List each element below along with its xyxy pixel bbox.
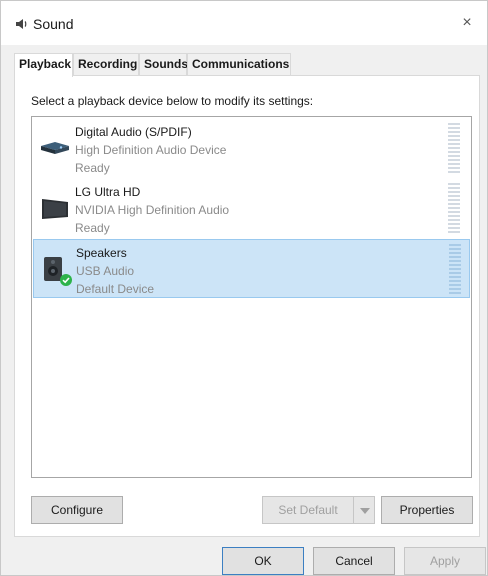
playback-panel: Select a playback device below to modify… (14, 75, 480, 537)
device-name: LG Ultra HD (75, 185, 141, 199)
tab-recording[interactable]: Recording (73, 53, 139, 75)
properties-button[interactable]: Properties (381, 496, 473, 524)
tab-communications[interactable]: Communications (187, 53, 291, 75)
device-item-digital-audio[interactable]: Digital Audio (S/PDIF) High Definition A… (33, 119, 470, 178)
monitor-icon (42, 199, 68, 219)
title-bar: Sound × (1, 1, 487, 45)
configure-button[interactable]: Configure (31, 496, 123, 524)
close-button[interactable]: × (457, 13, 477, 33)
device-description: High Definition Audio Device (75, 143, 227, 157)
window-title: Sound (33, 16, 74, 32)
device-list[interactable]: Digital Audio (S/PDIF) High Definition A… (31, 116, 472, 478)
set-default-button[interactable]: Set Default (262, 496, 354, 524)
device-status: Ready (75, 161, 110, 175)
device-item-lg-ultra-hd[interactable]: LG Ultra HD NVIDIA High Definition Audio… (33, 179, 470, 238)
device-name: Speakers (76, 246, 127, 260)
device-status: Ready (75, 221, 110, 235)
volume-meter (448, 123, 460, 173)
speaker-icon (16, 19, 27, 29)
ok-button[interactable]: OK (222, 547, 304, 575)
apply-button[interactable]: Apply (404, 547, 486, 575)
device-name: Digital Audio (S/PDIF) (75, 125, 192, 139)
cancel-button[interactable]: Cancel (313, 547, 395, 575)
device-status: Default Device (76, 282, 155, 296)
volume-meter (448, 183, 460, 233)
device-description: NVIDIA High Definition Audio (75, 203, 230, 217)
spdif-device-icon (41, 142, 69, 154)
sound-dialog: Sound × Playback Recording Sounds Commun… (0, 0, 488, 576)
default-check-icon (60, 274, 72, 286)
set-default-dropdown[interactable] (353, 496, 375, 524)
device-item-speakers[interactable]: Speakers USB Audio Default Device (33, 239, 470, 298)
tab-playback[interactable]: Playback (14, 53, 73, 77)
tab-sounds[interactable]: Sounds (139, 53, 188, 75)
volume-meter (449, 244, 461, 294)
instruction-text: Select a playback device below to modify… (31, 94, 314, 108)
chevron-down-icon (360, 508, 370, 514)
device-description: USB Audio (76, 264, 135, 278)
